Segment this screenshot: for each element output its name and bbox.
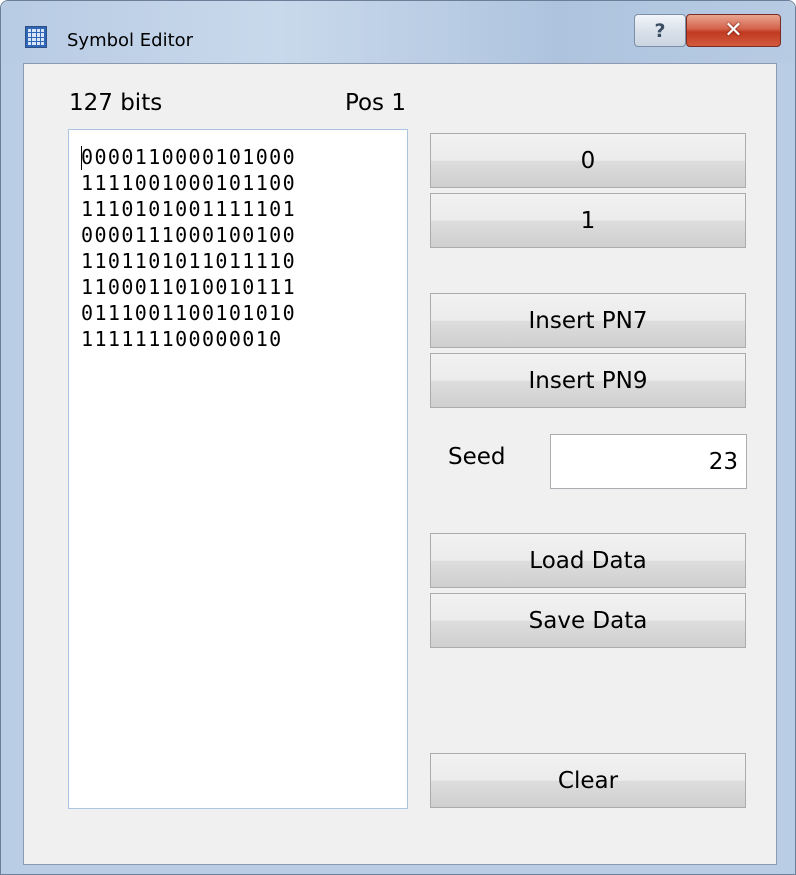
- insert-pn9-button[interactable]: Insert PN9: [430, 353, 746, 408]
- title-bar[interactable]: Symbol Editor ? ✕: [1, 1, 795, 63]
- text-caret: [81, 146, 82, 170]
- client-area: 127 bits Pos 1 0000110000101000 11110010…: [23, 63, 777, 865]
- help-icon: ?: [654, 19, 666, 42]
- seed-input[interactable]: [550, 434, 747, 489]
- position-label: Pos 1: [344, 90, 406, 116]
- bit-count-label: 127 bits: [69, 90, 163, 116]
- bits-row: 1111001000101100: [81, 171, 297, 195]
- close-button[interactable]: ✕: [686, 14, 781, 47]
- bits-row: 0111001100101010: [81, 301, 297, 325]
- grid-icon: [25, 26, 47, 48]
- window-title: Symbol Editor: [67, 30, 194, 51]
- clear-button[interactable]: Clear: [430, 753, 746, 808]
- bits-row: 111111100000010: [81, 327, 283, 351]
- bits-row: 0000110000101000: [81, 145, 297, 169]
- bits-text-editor[interactable]: 0000110000101000 1111001000101100 111010…: [68, 129, 408, 809]
- bits-row: 0000111000100100: [81, 223, 297, 247]
- insert-pn7-button[interactable]: Insert PN7: [430, 293, 746, 348]
- close-icon: ✕: [724, 18, 743, 43]
- load-data-button[interactable]: Load Data: [430, 533, 746, 588]
- bits-row: 1100011010010111: [81, 275, 297, 299]
- seed-label: Seed: [448, 444, 506, 470]
- bits-row: 1110101001111101: [81, 197, 297, 221]
- insert-one-button[interactable]: 1: [430, 193, 746, 248]
- bits-row: 1101101011011110: [81, 249, 297, 273]
- save-data-button[interactable]: Save Data: [430, 593, 746, 648]
- help-button[interactable]: ?: [634, 14, 686, 47]
- insert-zero-button[interactable]: 0: [430, 133, 746, 188]
- symbol-editor-window: Symbol Editor ? ✕ 127 bits Pos 1 0000110…: [0, 0, 796, 875]
